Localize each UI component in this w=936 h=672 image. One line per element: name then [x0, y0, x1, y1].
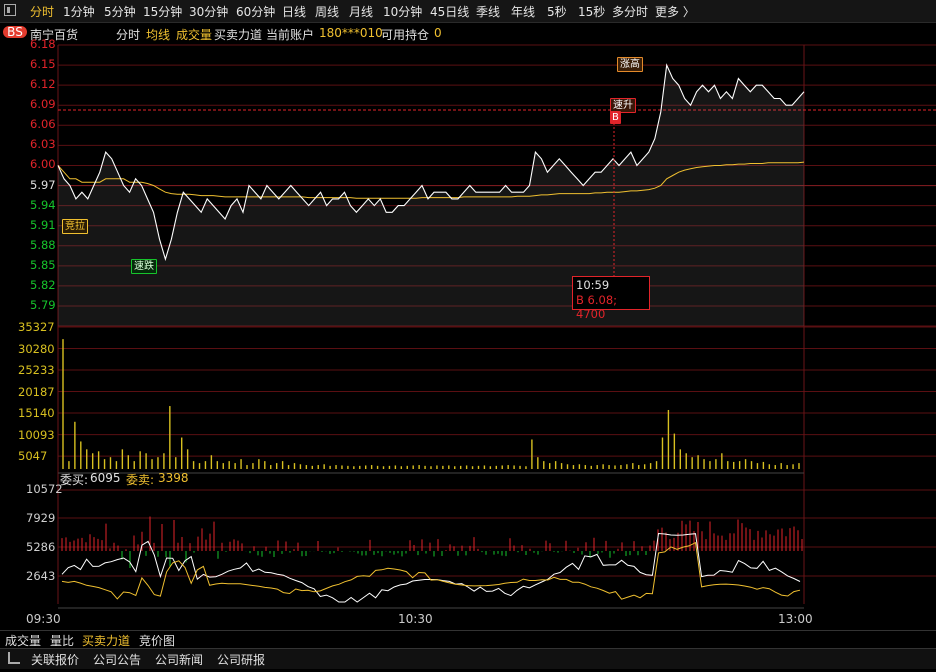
volume-axis-label: 25233	[18, 363, 55, 378]
price-axis-label: 6.12	[30, 77, 56, 92]
tag-zhanggao[interactable]: 涨高	[617, 57, 643, 72]
intraday-chart[interactable]	[0, 0, 936, 630]
price-axis-label: 5.88	[30, 237, 56, 252]
tag-sudie[interactable]: 速跌	[131, 259, 157, 274]
tab-buy-sell-force[interactable]: 买卖力道	[82, 632, 130, 649]
time-label-1300: 13:00	[778, 612, 813, 626]
tag-jingla[interactable]: 竞拉	[62, 219, 88, 234]
tab-volume-ratio[interactable]: 量比	[50, 632, 74, 649]
price-axis-label: 5.91	[30, 217, 56, 232]
tab-related-quotes[interactable]: 关联报价	[31, 651, 79, 668]
tooltip-detail: B 6.08; 4700	[576, 293, 618, 321]
force-axis-label: 5286	[26, 540, 56, 554]
sell-order-value: 3398	[158, 471, 189, 485]
price-axis-label: 6.15	[30, 57, 56, 72]
price-axis-label: 6.18	[30, 37, 56, 51]
price-axis-label: 6.03	[30, 137, 56, 152]
volume-axis-label: 35327	[18, 320, 55, 334]
volume-axis-label: 20187	[18, 384, 55, 399]
time-label-open: 09:30	[26, 612, 61, 626]
tab-volume[interactable]: 成交量	[5, 632, 41, 649]
price-axis-label: 5.79	[30, 298, 56, 312]
crosshair-tooltip: 10:59 B 6.08; 4700	[572, 276, 650, 321]
buy-order-value: 6095	[90, 471, 121, 485]
tab-company-news[interactable]: 公司新闻	[155, 651, 203, 668]
b-marker[interactable]: B	[610, 111, 621, 124]
tab-company-notices[interactable]: 公司公告	[93, 651, 141, 668]
time-label-1030: 10:30	[398, 612, 433, 626]
force-axis-label: 2643	[26, 569, 56, 583]
price-axis-label: 6.09	[30, 97, 56, 112]
tab-company-research[interactable]: 公司研报	[217, 651, 265, 668]
volume-axis-label: 30280	[18, 341, 55, 356]
force-axis-label: 10572	[26, 482, 63, 496]
price-axis-label: 6.06	[30, 117, 56, 132]
tab-auction-chart[interactable]: 竞价图	[139, 632, 175, 649]
menu-icon[interactable]	[8, 652, 20, 664]
price-axis-label: 5.94	[30, 197, 56, 212]
sell-force-line	[61, 541, 801, 600]
buy-order-label: 委买:	[60, 473, 89, 487]
tooltip-time: 10:59	[576, 278, 610, 292]
volume-axis-label: 5047	[18, 449, 48, 464]
price-axis-label: 5.85	[30, 257, 56, 272]
buy-force-line	[61, 532, 801, 603]
sell-order-label: 委卖:	[126, 473, 155, 487]
price-axis-label: 5.97	[30, 177, 56, 192]
volume-axis-label: 10093	[18, 427, 55, 442]
indicator-tabs: 成交量 量比 买卖力道 竞价图	[0, 630, 936, 649]
volume-axis-label: 15140	[18, 406, 55, 421]
price-axis-label: 5.82	[30, 277, 56, 292]
price-axis-label: 6.00	[30, 157, 56, 172]
force-axis-label: 7929	[26, 511, 56, 525]
footer-tabs: 关联报价 公司公告 公司新闻 公司研报	[0, 648, 936, 669]
